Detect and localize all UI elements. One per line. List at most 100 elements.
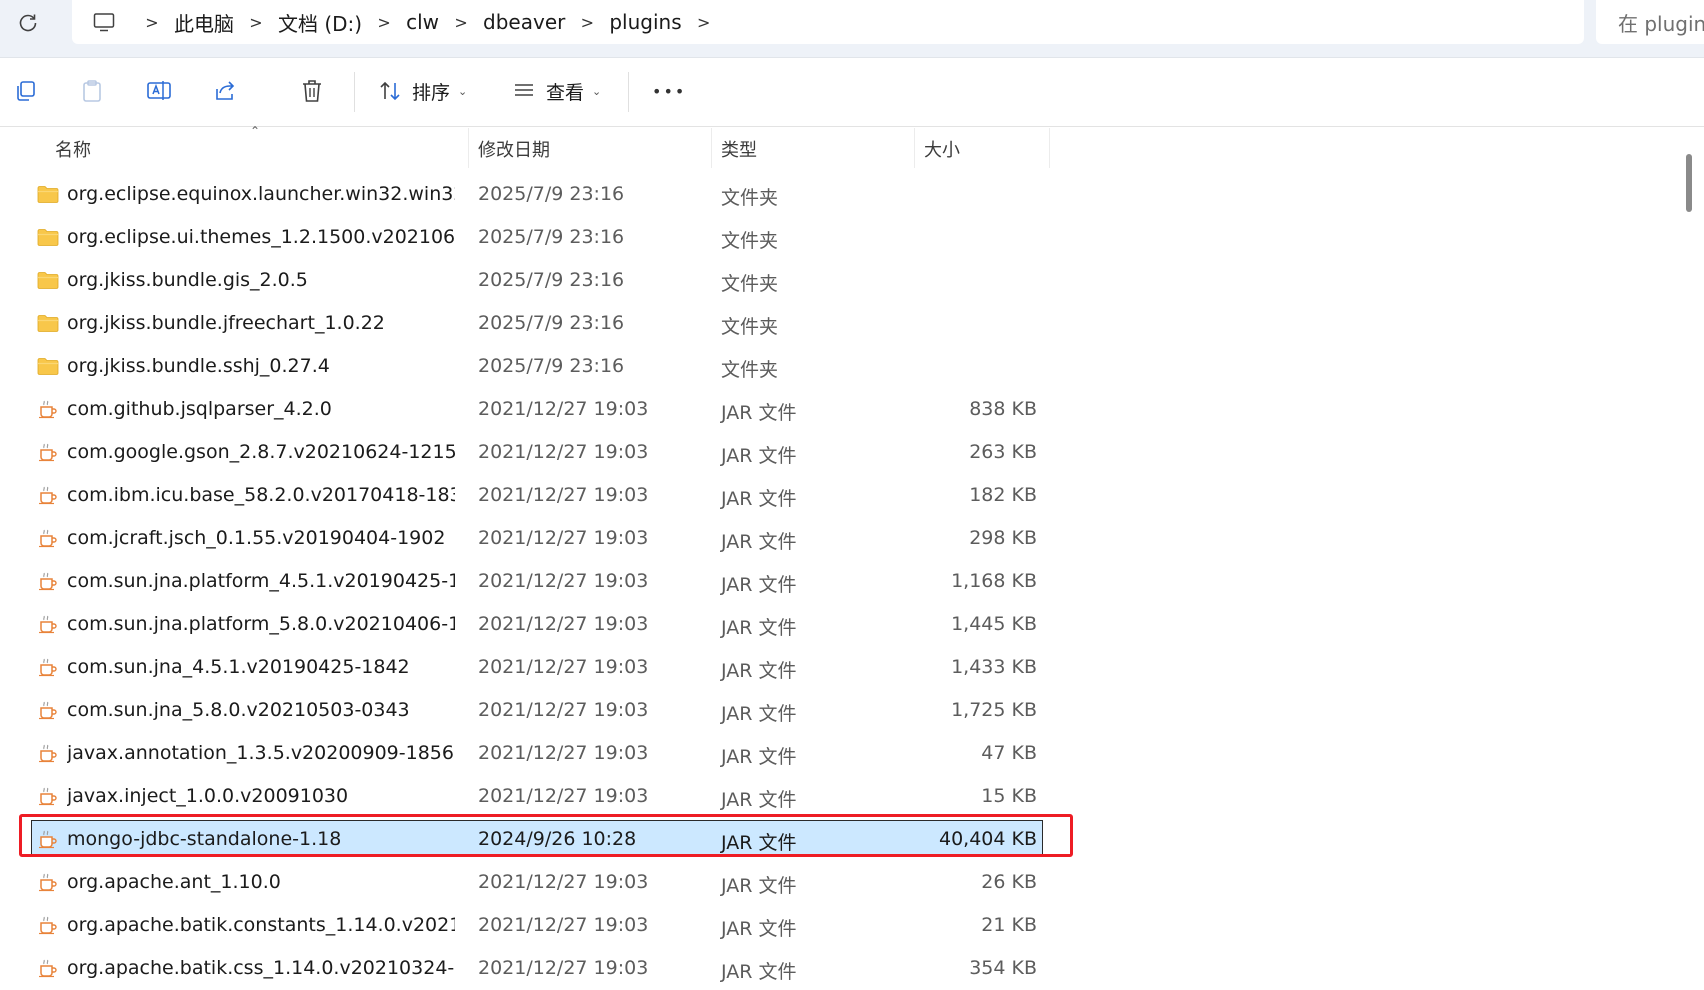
table-row[interactable]: org.apache.ant_1.10.0 2021/12/27 19:03 JAR…	[0, 861, 1680, 904]
chevron-right-icon[interactable]: >	[682, 13, 726, 32]
file-type: JAR 文件	[721, 703, 797, 725]
column-header-type[interactable]: 类型	[721, 136, 757, 162]
file-type: JAR 文件	[721, 445, 797, 467]
breadcrumb-plugins[interactable]: plugins	[609, 10, 681, 34]
file-name[interactable]: com.github.jsqlparser_4.2.0	[67, 398, 455, 420]
breadcrumb-drive-d[interactable]: 文档 (D:)	[278, 8, 362, 37]
file-date: 2021/12/27 19:03	[478, 613, 649, 635]
file-name[interactable]: org.jkiss.bundle.sshj_0.27.4	[67, 355, 455, 377]
file-type: 文件夹	[721, 273, 779, 295]
table-row[interactable]: com.jcraft.jsch_0.1.55.v20190404-1902 202…	[0, 517, 1680, 560]
more-options-button[interactable]: •••	[652, 74, 686, 108]
file-name[interactable]: com.sun.jna_4.5.1.v20190425-1842	[67, 656, 455, 678]
file-name[interactable]: com.sun.jna_5.8.0.v20210503-0343	[67, 699, 455, 721]
file-type: JAR 文件	[721, 746, 797, 768]
address-bar[interactable]: > 此电脑 > 文档 (D:) > clw > dbeaver > plugin…	[72, 0, 1584, 44]
jar-file-icon	[37, 958, 59, 978]
sort-label: 排序	[412, 81, 451, 104]
file-type: JAR 文件	[721, 488, 797, 510]
jar-file-icon	[37, 614, 59, 634]
table-row[interactable]: javax.inject_1.0.0.v20091030 2021/12/27 1…	[0, 775, 1680, 818]
jar-file-icon	[37, 485, 59, 505]
sort-button[interactable]: 排序 ⌄	[378, 74, 467, 108]
column-header-date[interactable]: 修改日期	[478, 136, 550, 162]
table-row[interactable]: com.sun.jna_4.5.1.v20190425-1842 2021/12/…	[0, 646, 1680, 689]
rename-button[interactable]	[146, 74, 172, 108]
divider	[628, 72, 629, 112]
file-name[interactable]: org.jkiss.bundle.gis_2.0.5	[67, 269, 455, 291]
file-name[interactable]: org.apache.batik.css_1.14.0.v20210324-03…	[67, 957, 455, 979]
scrollbar-thumb[interactable]	[1686, 154, 1692, 212]
breadcrumb-clw[interactable]: clw	[406, 10, 439, 34]
chevron-down-icon: ⌄	[592, 84, 602, 98]
column-divider[interactable]	[914, 128, 915, 168]
jar-file-icon	[37, 528, 59, 548]
share-button[interactable]	[212, 74, 238, 108]
column-divider[interactable]	[711, 128, 712, 168]
file-type: JAR 文件	[721, 531, 797, 553]
table-row[interactable]: org.apache.batik.constants_1.14.0.v20210…	[0, 904, 1680, 947]
view-list-icon	[515, 84, 533, 96]
file-size: 1,725 KB	[951, 699, 1037, 721]
table-row[interactable]: com.github.jsqlparser_4.2.0 2021/12/27 19…	[0, 388, 1680, 431]
folder-icon	[37, 356, 59, 376]
file-name[interactable]: org.apache.ant_1.10.0	[67, 871, 455, 893]
vertical-scrollbar[interactable]	[1676, 128, 1704, 969]
paste-button[interactable]	[80, 74, 104, 108]
file-name[interactable]: org.eclipse.ui.themes_1.2.1500.v20210607…	[67, 226, 455, 248]
table-row[interactable]: org.jkiss.bundle.gis_2.0.5 2025/7/9 23:16…	[0, 259, 1680, 302]
chevron-right-icon[interactable]: >	[439, 13, 483, 32]
file-date: 2021/12/27 19:03	[478, 484, 649, 506]
file-name[interactable]: org.eclipse.equinox.launcher.win32.win32…	[67, 183, 455, 205]
table-row[interactable]: org.eclipse.ui.themes_1.2.1500.v20210607…	[0, 216, 1680, 259]
file-name[interactable]: com.google.gson_2.8.7.v20210624-1215	[67, 441, 455, 463]
file-name[interactable]: com.ibm.icu.base_58.2.0.v20170418-1837	[67, 484, 455, 506]
chevron-right-icon[interactable]: >	[362, 13, 406, 32]
divider	[354, 72, 355, 112]
file-name[interactable]: javax.annotation_1.3.5.v20200909-1856	[67, 742, 455, 764]
folder-icon	[37, 313, 59, 333]
column-header-name[interactable]: 名称	[55, 136, 91, 162]
table-row[interactable]: com.sun.jna.platform_4.5.1.v20190425-184…	[0, 560, 1680, 603]
file-name[interactable]: com.sun.jna.platform_4.5.1.v20190425-184…	[67, 570, 455, 592]
file-date: 2025/7/9 23:16	[478, 226, 625, 248]
chevron-right-icon[interactable]: >	[130, 13, 174, 32]
search-box[interactable]: 在 plugin	[1596, 0, 1704, 44]
view-button[interactable]: 查看 ⌄	[512, 74, 601, 108]
column-divider[interactable]	[1049, 128, 1050, 168]
file-type: JAR 文件	[721, 875, 797, 897]
search-placeholder: 在 plugin	[1618, 11, 1704, 36]
file-type: 文件夹	[721, 316, 779, 338]
chevron-right-icon[interactable]: >	[234, 13, 278, 32]
jar-file-icon	[37, 743, 59, 763]
file-date: 2021/12/27 19:03	[478, 871, 649, 893]
delete-button[interactable]	[300, 74, 324, 108]
table-row[interactable]: com.sun.jna.platform_5.8.0.v20210406-100…	[0, 603, 1680, 646]
sort-icon	[380, 81, 400, 101]
table-row[interactable]: org.eclipse.equinox.launcher.win32.win3 2…	[0, 173, 1680, 216]
chevron-right-icon[interactable]: >	[565, 13, 609, 32]
file-size: 15 KB	[981, 785, 1037, 807]
table-row[interactable]: org.jkiss.bundle.sshj_0.27.4 2025/7/9 23:…	[0, 345, 1680, 388]
file-name[interactable]: org.apache.batik.constants_1.14.0.v20210…	[67, 914, 455, 936]
file-name[interactable]: javax.inject_1.0.0.v20091030	[67, 785, 455, 807]
column-header-size[interactable]: 大小	[924, 136, 960, 162]
file-size: 354 KB	[969, 957, 1037, 979]
copy-button[interactable]	[14, 74, 38, 108]
table-row[interactable]: org.jkiss.bundle.jfreechart_1.0.22 2025/7…	[0, 302, 1680, 345]
table-row[interactable]: com.ibm.icu.base_58.2.0.v20170418-1837 20…	[0, 474, 1680, 517]
column-divider[interactable]	[468, 128, 469, 168]
refresh-icon[interactable]	[14, 9, 42, 37]
jar-file-icon	[37, 786, 59, 806]
file-name[interactable]: com.jcraft.jsch_0.1.55.v20190404-1902	[67, 527, 455, 549]
command-bar: 排序 ⌄ 查看 ⌄ •••	[0, 58, 1704, 127]
table-row[interactable]: javax.annotation_1.3.5.v20200909-1856 202…	[0, 732, 1680, 775]
breadcrumb-this-pc[interactable]: 此电脑	[174, 8, 234, 37]
file-name[interactable]: org.jkiss.bundle.jfreechart_1.0.22	[67, 312, 455, 334]
breadcrumb-dbeaver[interactable]: dbeaver	[483, 10, 565, 34]
file-name[interactable]: com.sun.jna.platform_5.8.0.v20210406-100…	[67, 613, 455, 635]
table-row[interactable]: com.google.gson_2.8.7.v20210624-1215 2021…	[0, 431, 1680, 474]
table-row[interactable]: com.sun.jna_5.8.0.v20210503-0343 2021/12/…	[0, 689, 1680, 732]
file-date: 2025/7/9 23:16	[478, 312, 625, 334]
file-type: 文件夹	[721, 187, 779, 209]
